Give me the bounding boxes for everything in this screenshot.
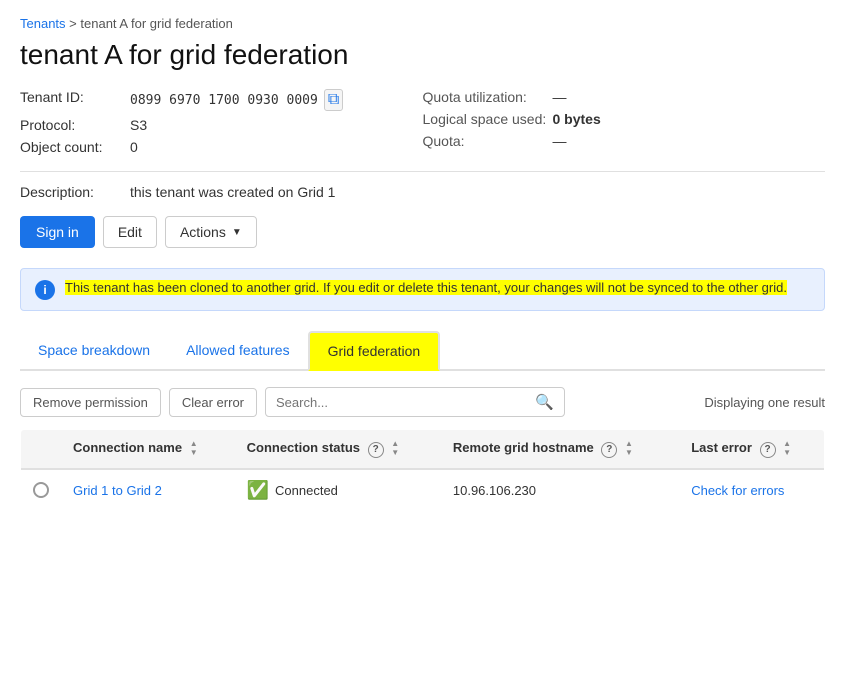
sort-up-icon: ▲	[625, 440, 633, 448]
quota-value: —	[553, 133, 567, 149]
connection-status-help-icon[interactable]: ?	[368, 442, 384, 458]
tabs-container: Space breakdown Allowed features Grid fe…	[20, 331, 825, 371]
search-box: 🔍	[265, 387, 565, 417]
check-for-errors-link[interactable]: Check for errors	[691, 483, 784, 498]
search-icon: 🔍	[535, 393, 554, 411]
col-connection-status: Connection status ? ▲ ▼	[235, 430, 441, 469]
sort-connection-name[interactable]: ▲ ▼	[190, 440, 198, 457]
info-icon: i	[35, 280, 55, 300]
row-radio-cell[interactable]	[21, 469, 62, 512]
sort-down-icon: ▼	[783, 449, 791, 457]
chevron-down-icon: ▼	[232, 227, 242, 238]
tenant-id-label: Tenant ID:	[20, 89, 130, 105]
object-count-row: Object count: 0	[20, 139, 423, 155]
tenant-id-text: 0899 6970 1700 0930 0009	[130, 93, 318, 108]
sort-up-icon: ▲	[391, 440, 399, 448]
sort-up-icon: ▲	[190, 440, 198, 448]
description-label: Description:	[20, 184, 130, 200]
logical-space-label: Logical space used:	[423, 111, 553, 127]
info-banner: i This tenant has been cloned to another…	[20, 268, 825, 311]
info-right: Quota utilization: — Logical space used:…	[423, 89, 826, 155]
breadcrumb-current: tenant A for grid federation	[80, 16, 233, 31]
row-connection-name: Grid 1 to Grid 2	[61, 469, 235, 512]
divider-1	[20, 171, 825, 172]
search-input[interactable]	[276, 395, 535, 410]
sort-down-icon: ▼	[391, 449, 399, 457]
sort-connection-status[interactable]: ▲ ▼	[391, 440, 399, 457]
actions-button[interactable]: Actions ▼	[165, 216, 257, 248]
col-radio	[21, 430, 62, 469]
tenant-id-value: 0899 6970 1700 0930 0009 ⧉	[130, 89, 343, 111]
actions-label: Actions	[180, 224, 226, 240]
description-row: Description: this tenant was created on …	[20, 184, 825, 200]
quota-row: Quota: —	[423, 133, 826, 149]
edit-button[interactable]: Edit	[103, 216, 157, 248]
sign-in-button[interactable]: Sign in	[20, 216, 95, 248]
connected-icon: ✅	[247, 480, 269, 501]
logical-space-row: Logical space used: 0 bytes	[423, 111, 826, 127]
tab-allowed-features[interactable]: Allowed features	[168, 331, 308, 371]
breadcrumb: Tenants > tenant A for grid federation	[20, 16, 825, 31]
description-value: this tenant was created on Grid 1	[130, 184, 335, 200]
grid-federation-table: Connection name ▲ ▼ Connection status ? …	[20, 429, 825, 512]
action-buttons: Sign in Edit Actions ▼	[20, 216, 825, 248]
tab-space-breakdown[interactable]: Space breakdown	[20, 331, 168, 371]
quota-label: Quota:	[423, 133, 553, 149]
tenant-info-grid: Tenant ID: 0899 6970 1700 0930 0009 ⧉ Pr…	[20, 89, 825, 155]
radio-button[interactable]	[33, 482, 49, 498]
col-last-error: Last error ? ▲ ▼	[679, 430, 824, 469]
sort-last-error[interactable]: ▲ ▼	[783, 440, 791, 457]
copy-icon[interactable]: ⧉	[324, 89, 343, 111]
sort-up-icon: ▲	[783, 440, 791, 448]
row-connection-status: ✅ Connected	[235, 469, 441, 512]
quota-utilization-value: —	[553, 89, 567, 105]
sort-down-icon: ▼	[625, 449, 633, 457]
remote-grid-hostname-help-icon[interactable]: ?	[601, 442, 617, 458]
info-banner-text: This tenant has been cloned to another g…	[65, 279, 787, 297]
page-container: Tenants > tenant A for grid federation t…	[0, 0, 845, 528]
protocol-row: Protocol: S3	[20, 117, 423, 133]
last-error-help-icon[interactable]: ?	[760, 442, 776, 458]
clear-error-button[interactable]: Clear error	[169, 388, 257, 417]
row-last-error: Check for errors	[679, 469, 824, 512]
radio-btn-circle	[33, 482, 49, 498]
row-remote-grid-hostname: 10.96.106.230	[441, 469, 679, 512]
breadcrumb-parent-link[interactable]: Tenants	[20, 16, 66, 31]
quota-utilization-row: Quota utilization: —	[423, 89, 826, 105]
info-left: Tenant ID: 0899 6970 1700 0930 0009 ⧉ Pr…	[20, 89, 423, 155]
protocol-value: S3	[130, 117, 147, 133]
sort-remote-grid-hostname[interactable]: ▲ ▼	[625, 440, 633, 457]
connection-status-text: Connected	[275, 483, 338, 498]
breadcrumb-separator: >	[69, 16, 80, 31]
tenant-id-row: Tenant ID: 0899 6970 1700 0930 0009 ⧉	[20, 89, 423, 111]
quota-utilization-label: Quota utilization:	[423, 89, 553, 105]
connection-name-link[interactable]: Grid 1 to Grid 2	[73, 483, 162, 498]
object-count-label: Object count:	[20, 139, 130, 155]
protocol-label: Protocol:	[20, 117, 130, 133]
table-toolbar: Remove permission Clear error 🔍 Displayi…	[20, 387, 825, 417]
col-connection-name: Connection name ▲ ▼	[61, 430, 235, 469]
table-row: Grid 1 to Grid 2 ✅ Connected 10.96.106.2…	[21, 469, 825, 512]
table-header-row: Connection name ▲ ▼ Connection status ? …	[21, 430, 825, 469]
tab-grid-federation[interactable]: Grid federation	[308, 331, 441, 371]
result-count: Displaying one result	[704, 395, 825, 410]
page-title: tenant A for grid federation	[20, 39, 825, 71]
col-remote-grid-hostname: Remote grid hostname ? ▲ ▼	[441, 430, 679, 469]
logical-space-value: 0 bytes	[553, 111, 601, 127]
object-count-value: 0	[130, 139, 138, 155]
remove-permission-button[interactable]: Remove permission	[20, 388, 161, 417]
status-connected: ✅ Connected	[247, 480, 429, 501]
sort-down-icon: ▼	[190, 449, 198, 457]
